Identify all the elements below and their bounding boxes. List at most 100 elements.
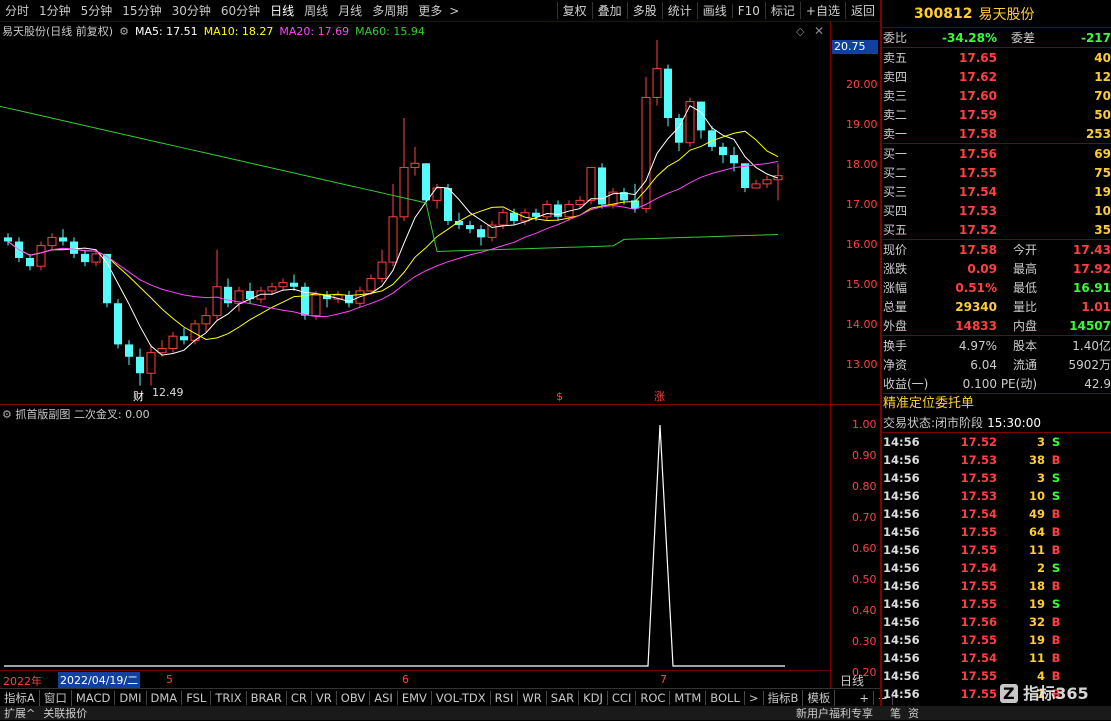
period-tab-2[interactable]: 5分钟	[76, 2, 118, 19]
indicator-tab-21[interactable]: BOLL	[706, 690, 745, 705]
diamond-icon[interactable]: ◇	[796, 25, 804, 38]
stat-value: 1.40亿	[1072, 339, 1111, 353]
tool-button-2[interactable]: 多股	[626, 2, 662, 19]
indicator-tab-7[interactable]: BRAR	[247, 690, 287, 705]
period-tab-1[interactable]: 1分钟	[34, 2, 76, 19]
indicator-tab-15[interactable]: WR	[518, 690, 547, 705]
indicator-tab-20[interactable]: MTM	[670, 690, 707, 705]
indicator-tab-8[interactable]: CR	[287, 690, 312, 705]
bid-row: 买三 17.54 19	[883, 182, 1111, 201]
candle-body	[201, 315, 211, 325]
trade-side: S	[1051, 597, 1061, 611]
quote-row: 涨幅 0.51% 最低 16.91	[883, 278, 1111, 297]
period-day-label[interactable]: 日线	[840, 672, 864, 689]
quote-label: 今开	[1012, 243, 1037, 257]
quote-label: 内盘	[1012, 319, 1037, 333]
indicator-tab-14[interactable]: RSI	[491, 690, 519, 705]
tool-button-0[interactable]: 复权	[556, 2, 592, 19]
trade-time: 14:56	[883, 471, 920, 485]
gear-icon[interactable]: ⚙	[119, 25, 129, 38]
close-icon[interactable]: ✕	[814, 24, 824, 38]
indicator-tab-11[interactable]: ASI	[370, 690, 398, 705]
indicator-tab-4[interactable]: DMA	[147, 690, 183, 705]
period-tab-0[interactable]: 分时	[0, 2, 34, 19]
tool-button-5[interactable]: F10	[731, 3, 765, 18]
period-tab-5[interactable]: 60分钟	[216, 2, 265, 19]
ask-volume: 70	[1094, 88, 1111, 103]
tool-button-8[interactable]: 返回	[844, 2, 880, 19]
tool-button-6[interactable]: 标记	[764, 2, 800, 19]
trade-row: 14:56 17.54 11 B	[883, 649, 1111, 667]
trade-row: 14:56 17.55 19 S	[883, 595, 1111, 613]
stat-value: 6.04	[970, 357, 997, 372]
right-tab-1[interactable]: 模板	[803, 689, 836, 706]
trade-row: 14:56 17.55 18 B	[883, 577, 1111, 595]
trade-side: S	[1051, 471, 1061, 485]
trade-price: 17.53	[960, 489, 997, 503]
indicator-tab-0[interactable]: 指标A	[0, 689, 40, 706]
candle-body	[410, 162, 420, 168]
quote-value: 17.92	[1073, 261, 1111, 276]
period-tab-3[interactable]: 15分钟	[117, 2, 166, 19]
candle-body	[719, 146, 727, 156]
stat-row: 净资 6.04 流通 5902万	[883, 355, 1111, 374]
candle-body	[466, 225, 474, 230]
bid-row: 买一 17.56 69	[883, 144, 1111, 163]
period-tab-8[interactable]: 月线	[333, 2, 367, 19]
indicator-tab-19[interactable]: ROC	[636, 690, 671, 705]
quote-label: 总量	[883, 300, 908, 314]
sub-tick: 0.70	[852, 511, 877, 524]
related-quote-button[interactable]: 关联报价	[43, 705, 87, 721]
fund-tab[interactable]: 资	[908, 705, 919, 721]
price-tick: 20.00	[846, 78, 878, 91]
tabs-scroll-right[interactable]: >	[745, 690, 764, 705]
period-tab-7[interactable]: 周线	[299, 2, 333, 19]
quote-label: 量比	[1012, 300, 1037, 314]
trade-price: 17.54	[960, 507, 997, 521]
indicator-tab-13[interactable]: VOL-TDX	[432, 690, 491, 705]
candle-body	[730, 155, 738, 164]
tick-tab[interactable]: 笔	[890, 705, 901, 721]
sub-indicator-chart[interactable]	[0, 420, 830, 670]
indicator-tab-9[interactable]: VR	[312, 690, 337, 705]
candle-body	[157, 348, 167, 354]
period-tab-10[interactable]: 更多	[413, 2, 447, 19]
expand-button[interactable]: 扩展^	[4, 705, 35, 721]
tool-button-1[interactable]: 叠加	[591, 2, 627, 19]
indicator-tab-17[interactable]: KDJ	[579, 690, 608, 705]
indicator-tab-5[interactable]: FSL	[182, 690, 212, 705]
indicator-tab-10[interactable]: OBV	[337, 690, 371, 705]
right-tab-0[interactable]: 指标B	[764, 689, 804, 706]
indicator-tab-12[interactable]: EMV	[398, 690, 432, 705]
candle-body	[554, 204, 562, 217]
period-tab-9[interactable]: 多周期	[367, 2, 413, 19]
date-may: 5	[166, 673, 173, 686]
tool-button-4[interactable]: 画线	[696, 2, 732, 19]
indicator-tab-2[interactable]: MACD	[72, 690, 116, 705]
plus-icon[interactable]: +	[855, 690, 875, 705]
bid-price: 17.56	[959, 146, 997, 161]
tool-button-7[interactable]: +自选	[799, 2, 845, 19]
indicator-tab-18[interactable]: CCI	[608, 690, 637, 705]
period-tab-4[interactable]: 30分钟	[167, 2, 216, 19]
trade-price: 17.55	[960, 633, 997, 647]
indicator-tab-6[interactable]: TRIX	[211, 690, 247, 705]
indicator-tab-16[interactable]: SAR	[547, 690, 580, 705]
bid-label: 买二	[883, 166, 908, 180]
new-user-button[interactable]: 新用户福利专享	[796, 705, 873, 721]
ask-price: 17.59	[959, 107, 997, 122]
period-tab-6[interactable]: 日线	[265, 2, 299, 19]
weicha-value: -217	[1080, 30, 1111, 45]
ask-label: 卖三	[883, 89, 908, 103]
stat-label: 流通	[1012, 358, 1037, 372]
candle-body	[301, 286, 309, 316]
tool-button-3[interactable]: 统计	[661, 2, 697, 19]
candlestick-chart[interactable]: 21.0812.49财$涨	[0, 40, 830, 405]
order-title[interactable]: 精准定位委托单	[883, 394, 1111, 413]
date-july: 7	[660, 673, 667, 686]
indicator-tab-1[interactable]: 窗口	[40, 689, 72, 706]
trade-price: 17.55	[960, 525, 997, 539]
trade-price: 17.55	[960, 669, 997, 683]
indicator-tab-3[interactable]: DMI	[115, 690, 147, 705]
candle-body	[47, 236, 57, 247]
